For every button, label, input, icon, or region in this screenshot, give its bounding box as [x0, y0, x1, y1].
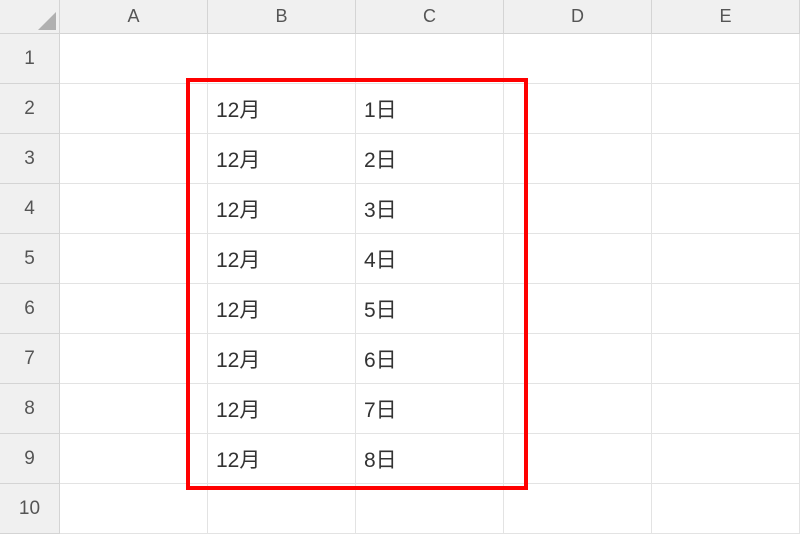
cell-d1[interactable]	[504, 34, 652, 84]
cell-d9[interactable]	[504, 434, 652, 484]
cell-a8[interactable]	[60, 384, 208, 434]
cell-e5[interactable]	[652, 234, 800, 284]
cell-b5[interactable]: 12月	[208, 234, 356, 284]
col-header-d[interactable]: D	[504, 0, 652, 34]
grid-row: 12月 4日	[60, 234, 800, 284]
col-header-e[interactable]: E	[652, 0, 800, 34]
cell-e7[interactable]	[652, 334, 800, 384]
cell-b6[interactable]: 12月	[208, 284, 356, 334]
cell-b3[interactable]: 12月	[208, 134, 356, 184]
cell-c1[interactable]	[356, 34, 504, 84]
cell-d6[interactable]	[504, 284, 652, 334]
cell-a1[interactable]	[60, 34, 208, 84]
cell-e1[interactable]	[652, 34, 800, 84]
cell-c2[interactable]: 1日	[356, 84, 504, 134]
grid-row: 12月 5日	[60, 284, 800, 334]
grid-row: 12月 6日	[60, 334, 800, 384]
grid-row: 12月 8日	[60, 434, 800, 484]
col-header-c[interactable]: C	[356, 0, 504, 34]
cell-e2[interactable]	[652, 84, 800, 134]
row-header-1[interactable]: 1	[0, 34, 60, 84]
cell-e3[interactable]	[652, 134, 800, 184]
cell-a4[interactable]	[60, 184, 208, 234]
cell-e8[interactable]	[652, 384, 800, 434]
cell-a3[interactable]	[60, 134, 208, 184]
grid-row: 12月 7日	[60, 384, 800, 434]
cell-d4[interactable]	[504, 184, 652, 234]
row-header-7[interactable]: 7	[0, 334, 60, 384]
cell-c9[interactable]: 8日	[356, 434, 504, 484]
cell-c7[interactable]: 6日	[356, 334, 504, 384]
cell-a9[interactable]	[60, 434, 208, 484]
cell-c3[interactable]: 2日	[356, 134, 504, 184]
grid-row: 12月 2日	[60, 134, 800, 184]
cell-d2[interactable]	[504, 84, 652, 134]
col-header-b[interactable]: B	[208, 0, 356, 34]
column-headers: A B C D E	[60, 0, 800, 34]
row-header-6[interactable]: 6	[0, 284, 60, 334]
cell-e4[interactable]	[652, 184, 800, 234]
row-header-4[interactable]: 4	[0, 184, 60, 234]
cell-e10[interactable]	[652, 484, 800, 534]
grid-row: 12月 3日	[60, 184, 800, 234]
cell-b1[interactable]	[208, 34, 356, 84]
cell-c4[interactable]: 3日	[356, 184, 504, 234]
row-header-2[interactable]: 2	[0, 84, 60, 134]
cell-a10[interactable]	[60, 484, 208, 534]
grid-row	[60, 484, 800, 534]
row-header-5[interactable]: 5	[0, 234, 60, 284]
cell-b4[interactable]: 12月	[208, 184, 356, 234]
cell-d8[interactable]	[504, 384, 652, 434]
cell-c8[interactable]: 7日	[356, 384, 504, 434]
cell-b8[interactable]: 12月	[208, 384, 356, 434]
cell-d5[interactable]	[504, 234, 652, 284]
cell-c6[interactable]: 5日	[356, 284, 504, 334]
grid-row: 12月 1日	[60, 84, 800, 134]
grid-row	[60, 34, 800, 84]
row-headers: 1 2 3 4 5 6 7 8 9 10	[0, 34, 60, 534]
row-header-3[interactable]: 3	[0, 134, 60, 184]
row-header-10[interactable]: 10	[0, 484, 60, 534]
cell-e9[interactable]	[652, 434, 800, 484]
cell-a7[interactable]	[60, 334, 208, 384]
cell-b10[interactable]	[208, 484, 356, 534]
cell-c10[interactable]	[356, 484, 504, 534]
cell-c5[interactable]: 4日	[356, 234, 504, 284]
row-header-9[interactable]: 9	[0, 434, 60, 484]
cell-a2[interactable]	[60, 84, 208, 134]
cell-b2[interactable]: 12月	[208, 84, 356, 134]
col-header-a[interactable]: A	[60, 0, 208, 34]
cell-a5[interactable]	[60, 234, 208, 284]
spreadsheet: A B C D E 1 2 3 4 5 6 7 8 9 10 12月 1日	[0, 0, 800, 534]
cell-a6[interactable]	[60, 284, 208, 334]
cell-e6[interactable]	[652, 284, 800, 334]
cell-d3[interactable]	[504, 134, 652, 184]
cell-b7[interactable]: 12月	[208, 334, 356, 384]
row-header-8[interactable]: 8	[0, 384, 60, 434]
cell-d7[interactable]	[504, 334, 652, 384]
cell-d10[interactable]	[504, 484, 652, 534]
cell-grid: 12月 1日 12月 2日 12月 3日 12月 4日	[60, 34, 800, 534]
select-all-triangle-icon	[38, 12, 56, 30]
cell-b9[interactable]: 12月	[208, 434, 356, 484]
select-all-corner[interactable]	[0, 0, 60, 34]
